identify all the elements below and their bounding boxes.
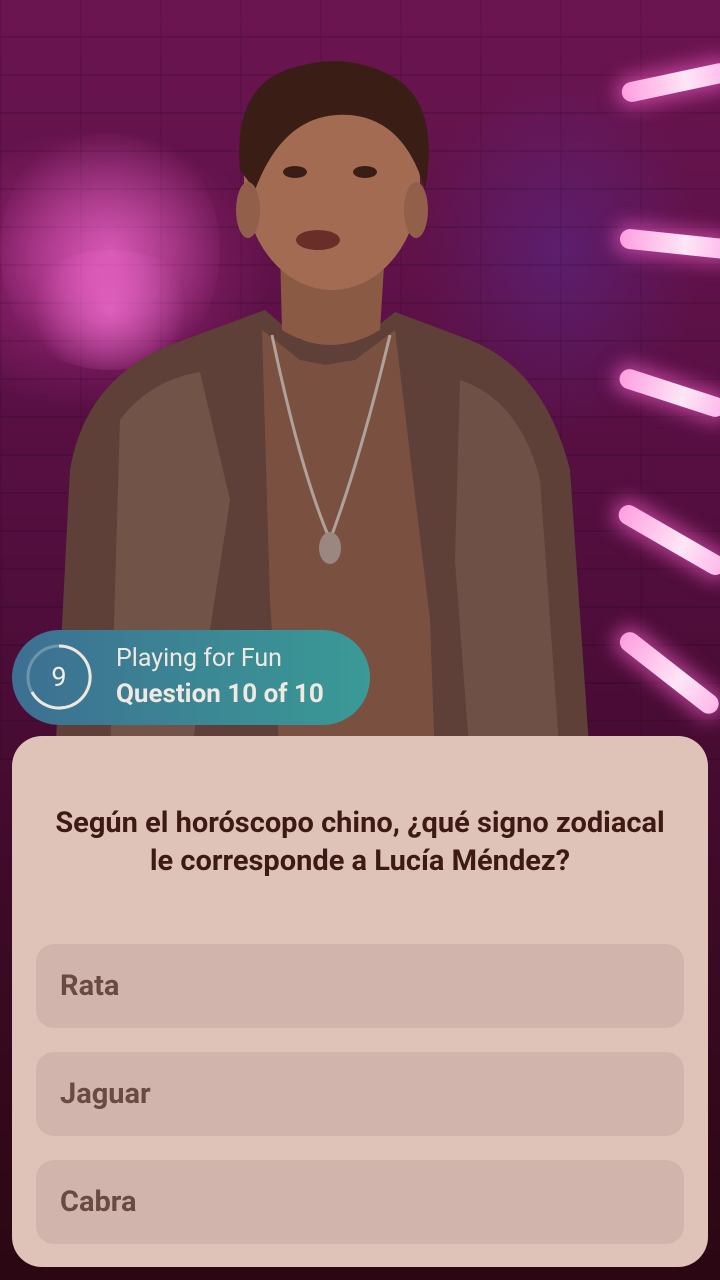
answer-option-cabra[interactable]: Cabra	[36, 1160, 684, 1244]
game-mode-label: Playing for Fun	[116, 644, 282, 673]
game-status-pill: 9 Playing for Fun Question 10 of 10	[12, 630, 370, 725]
trivia-screen: 9 Playing for Fun Question 10 of 10 Segú…	[0, 0, 720, 1280]
question-text: Según el horóscopo chino, ¿qué signo zod…	[55, 806, 665, 878]
answer-option-jaguar[interactable]: Jaguar	[36, 1052, 684, 1136]
answer-option-rata[interactable]: Rata	[36, 944, 684, 1028]
game-status-text: Playing for Fun Question 10 of 10	[116, 642, 324, 712]
question-card: Según el horóscopo chino, ¿qué signo zod…	[12, 736, 708, 1267]
question-progress: Question 10 of 10	[116, 679, 324, 709]
timer-value: 9	[51, 661, 67, 693]
countdown-timer: 9	[26, 644, 92, 710]
